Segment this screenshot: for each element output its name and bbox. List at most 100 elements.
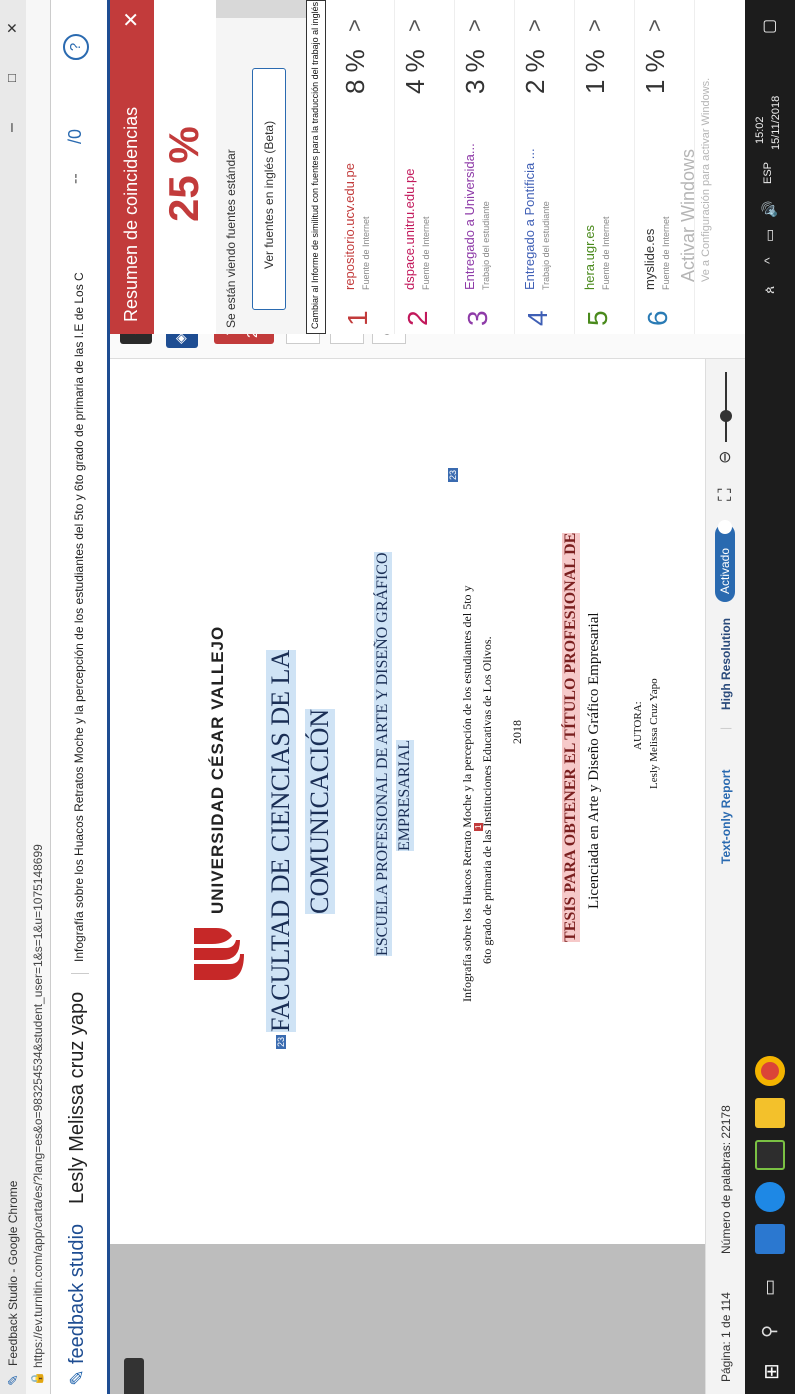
match-type: Trabajo del estudiante (541, 201, 551, 290)
fs-logo-icon: ✎ (67, 1369, 89, 1386)
ucv-logo-icon (194, 928, 244, 980)
match-percent: 8 % (340, 49, 370, 94)
panel-close-button[interactable]: ✕ (119, 11, 144, 28)
match-number: 1 (342, 310, 373, 326)
document-footer: Página: 1 de 114 Número de palabras: 221… (705, 359, 746, 1394)
thesis-heading: TESIS PARA OBTENER EL TÍTULO PROFESIONAL… (562, 532, 580, 942)
english-sources-label: Ver fuentes en inglés (Beta) (262, 120, 276, 269)
zoom-slider-handle[interactable] (720, 410, 732, 422)
author-name: Lesly Melissa Cruz Yapo (648, 678, 660, 789)
match-source: repositorio.ucv.edu.pe (342, 163, 357, 290)
thesis-degree: Licenciada en Arte y Diseño Gráfico Empr… (586, 612, 602, 909)
university-name: UNIVERSIDAD CÉSAR VALLEJO (208, 625, 227, 914)
text-only-report-link[interactable]: Text-only Report (719, 770, 733, 864)
document-title: Infografía sobre los Huacos Retratos Moc… (72, 272, 86, 962)
faculty-heading-1: FACULTAD DE CIENCIAS DE LA (266, 649, 296, 1032)
match-row[interactable]: 4 Entregado a Pontificia ... Trabajo del… (514, 0, 575, 334)
left-gutter (110, 1244, 705, 1394)
help-button[interactable]: ? (63, 34, 89, 60)
document-page: UNIVERSIDAD CÉSAR VALLEJO 23 FACULTAD DE… (110, 359, 705, 1244)
word-count: Número de palabras: 22178 (719, 1105, 733, 1254)
document-year: 2018 (510, 720, 524, 744)
grading-layer-icon: ◈ (172, 333, 188, 344)
search-icon[interactable]: ⚲ (759, 1325, 780, 1338)
grade-total: /0 (65, 128, 85, 144)
tray-chevron-icon[interactable]: ^ (761, 257, 777, 264)
high-resolution-label: High Resolution (719, 618, 733, 710)
overall-percent: 25 % (160, 126, 207, 222)
chevron-right-icon[interactable]: > (642, 19, 668, 32)
toggle-knob (718, 520, 732, 534)
english-sources-button[interactable]: Ver fuentes en inglés (Beta) (252, 68, 286, 310)
chevron-right-icon[interactable]: > (522, 19, 548, 32)
topic-line-2: 6to grado de primaria de las Institucion… (480, 636, 494, 964)
chevron-right-icon[interactable]: > (582, 19, 608, 32)
edge-browser-icon[interactable] (755, 1182, 785, 1212)
school-heading-1: ESCUELA PROFESIONAL DE ARTE Y DISEÑO GRÁ… (374, 552, 392, 956)
overall-score: 25 % (154, 0, 216, 334)
match-number: 4 (522, 310, 553, 326)
match-type: Fuente de Internet (601, 216, 611, 290)
match-marker[interactable]: 23 (276, 1034, 286, 1049)
zoom-out-icon[interactable]: ⊖ (715, 451, 735, 464)
task-view-icon[interactable]: ▭ (759, 1279, 780, 1296)
english-tooltip: Cambiar al Informe de similitud con fuen… (306, 0, 326, 334)
volume-icon[interactable]: 🔊 (761, 201, 778, 218)
match-row[interactable]: 5 hera.ugr.es Fuente de Internet 1 % > (574, 0, 635, 334)
sticky-notes-icon[interactable] (755, 1098, 785, 1128)
match-type: Fuente de Internet (361, 216, 371, 290)
page-indicator: Página: 1 de 114 (719, 1292, 733, 1382)
windows-start-icon[interactable]: ⊞ (759, 1363, 784, 1380)
notifications-icon[interactable]: ▢ (759, 19, 779, 34)
panel-title: Resumen de coincidencias (121, 106, 141, 322)
chrome-icon[interactable] (755, 1056, 785, 1086)
author-label: AUTORA: (632, 701, 644, 750)
chevron-right-icon[interactable]: > (462, 19, 488, 32)
battery-icon: ▭ (761, 228, 777, 242)
clock-time: 15:02 (754, 116, 766, 144)
grade-dash: -- (67, 173, 84, 184)
store-icon[interactable] (755, 1140, 785, 1170)
window-titlebar: ✎ Feedback Studio - Google Chrome – □ ✕ (0, 0, 26, 1394)
panel-scrollbar[interactable] (216, 0, 306, 18)
people-icon[interactable]: ጰ (761, 286, 778, 294)
window-title: Feedback Studio - Google Chrome (6, 1180, 20, 1366)
chevron-right-icon[interactable]: > (342, 19, 368, 32)
match-percent: 2 % (520, 49, 550, 94)
match-number: 5 (582, 310, 613, 326)
chevron-right-icon[interactable]: > (402, 19, 428, 32)
address-bar[interactable]: 🔒 https://ev.turnitin.com/app/carta/es/?… (26, 0, 51, 1394)
match-row[interactable]: 1 repositorio.ucv.edu.pe Fuente de Inter… (334, 0, 395, 334)
high-resolution-toggle[interactable]: Activado (715, 523, 735, 602)
match-row[interactable]: 2 dspace.unitru.edu.pe Fuente de Interne… (394, 0, 455, 334)
fullscreen-icon[interactable]: ⛶ (715, 488, 736, 501)
file-explorer-icon[interactable] (755, 1224, 785, 1254)
clock-date: 15/11/2018 (770, 95, 782, 150)
side-drawer-handle[interactable] (124, 1358, 144, 1394)
match-number: 2 (402, 310, 433, 326)
lock-icon: 🔒 (30, 1371, 44, 1386)
zoom-slider-track[interactable] (725, 372, 727, 442)
language-indicator[interactable]: ESP (762, 162, 774, 184)
school-heading-2: EMPRESARIAL (396, 739, 414, 851)
student-name: Lesly Melissa cruz yapo (66, 991, 88, 1204)
match-overview-panel: Resumen de coincidencias ✕ 25 % Se están… (110, 0, 745, 334)
url-text[interactable]: https://ev.turnitin.com/app/carta/es/?la… (31, 844, 45, 1368)
rotated-screen: ✎ Feedback Studio - Google Chrome – □ ✕ … (0, 0, 795, 1394)
activation-hint: Ve a Configuración para activar Windows. (700, 77, 712, 282)
maximize-button[interactable]: □ (4, 74, 19, 82)
match-percent: 3 % (460, 49, 490, 94)
match-source: myslide.es (642, 228, 657, 290)
match-source: Entregado a Universida... (462, 143, 477, 290)
match-marker[interactable]: 23 (448, 467, 458, 482)
close-window-button[interactable]: ✕ (4, 22, 21, 34)
tooltip-text: Cambiar al Informe de similitud con fuen… (310, 1, 320, 329)
match-marker[interactable]: 1 (474, 822, 483, 831)
windows-taskbar: ⊞ ⚲ ▭ ጰ ^ ▭ 🔊 ESP 15:02 15/11/2018 ▢ (745, 0, 795, 1394)
match-row[interactable]: 3 Entregado a Universida... Trabajo del … (454, 0, 515, 334)
match-percent: 1 % (580, 49, 610, 94)
match-percent: 4 % (400, 49, 430, 94)
match-source: Entregado a Pontificia ... (522, 148, 537, 290)
minimize-button[interactable]: – (3, 123, 21, 132)
match-number: 6 (642, 310, 673, 326)
